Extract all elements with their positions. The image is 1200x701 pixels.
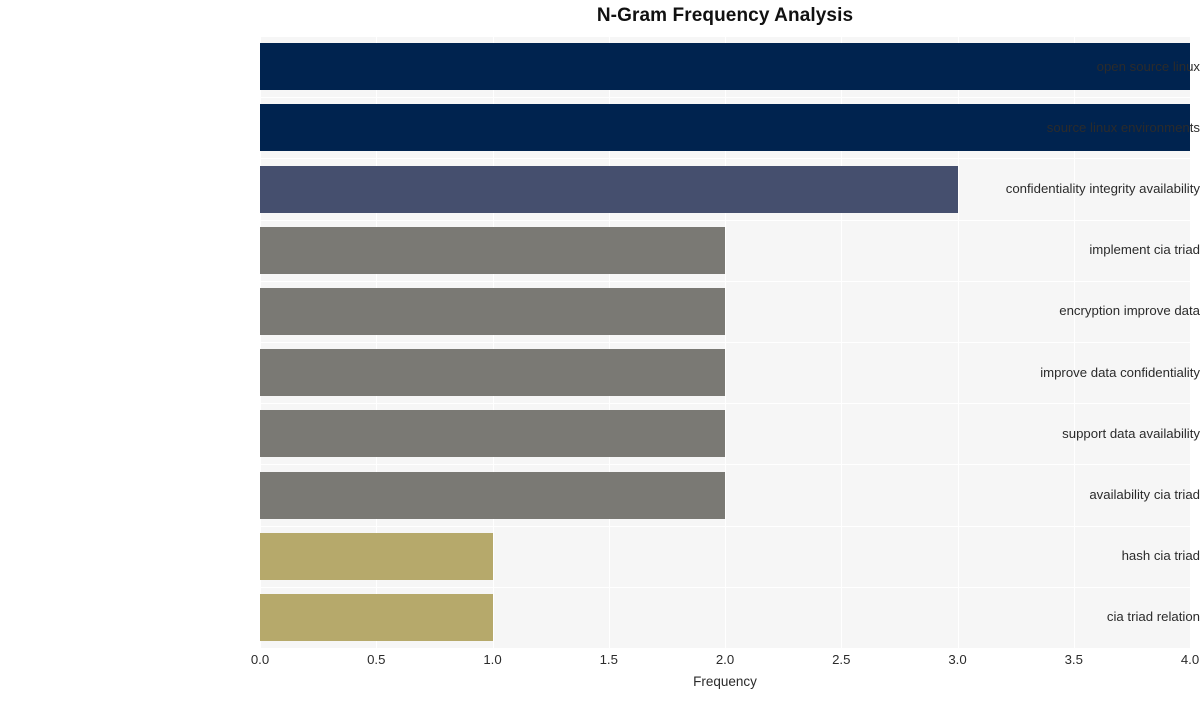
gridline-horizontal [260, 158, 1190, 160]
x-axis-tick-label: 2.0 [715, 652, 735, 667]
x-axis-tick-label: 1.0 [483, 652, 502, 667]
gridline-horizontal [260, 280, 1190, 282]
gridline-horizontal [260, 403, 1190, 405]
gridline-horizontal [260, 97, 1190, 99]
y-axis-tick-label: support data availability [1062, 425, 1200, 441]
bar [260, 226, 725, 274]
y-axis-tick-label: improve data confidentiality [1040, 364, 1200, 380]
bar [260, 532, 493, 580]
x-axis-tick-label: 3.5 [1064, 652, 1083, 667]
bar [260, 287, 725, 335]
gridline-horizontal [260, 219, 1190, 221]
x-axis-tick-label: 2.5 [832, 652, 851, 667]
x-axis-tick-label: 4.0 [1180, 652, 1200, 667]
gridline-horizontal [260, 525, 1190, 527]
y-axis-tick-label: confidentiality integrity availability [1005, 181, 1200, 196]
chart-figure: N-Gram Frequency Analysis open source li… [0, 0, 1200, 701]
y-axis-tick-label: source linux environments [1046, 119, 1200, 135]
y-axis-tick-label: open source linux [1096, 58, 1200, 74]
bar [260, 471, 725, 519]
bar [260, 593, 493, 641]
bar [260, 349, 725, 397]
page-title: N-Gram Frequency Analysis [596, 5, 854, 26]
gridline-horizontal [260, 464, 1190, 466]
gridline-horizontal [260, 586, 1190, 588]
gridline-horizontal [260, 342, 1190, 343]
bar [260, 165, 958, 213]
x-axis-tick-label: 0.5 [367, 652, 386, 667]
y-axis-tick-label: availability cia triad [1089, 487, 1200, 502]
x-axis-tick-label: 3.0 [948, 652, 967, 667]
gridline-horizontal [260, 36, 1190, 37]
bar [260, 410, 725, 458]
x-axis-tick-label: 0.0 [250, 652, 270, 667]
x-axis-tick-label: 1.5 [599, 652, 618, 667]
y-axis-tick-label: hash cia triad [1121, 548, 1200, 564]
y-axis-tick-label: encryption improve data [1059, 303, 1200, 319]
y-axis-tick-label: cia triad relation [1106, 609, 1200, 625]
x-axis-label: Frequency [693, 674, 757, 689]
y-axis-tick-label: implement cia triad [1089, 242, 1200, 258]
